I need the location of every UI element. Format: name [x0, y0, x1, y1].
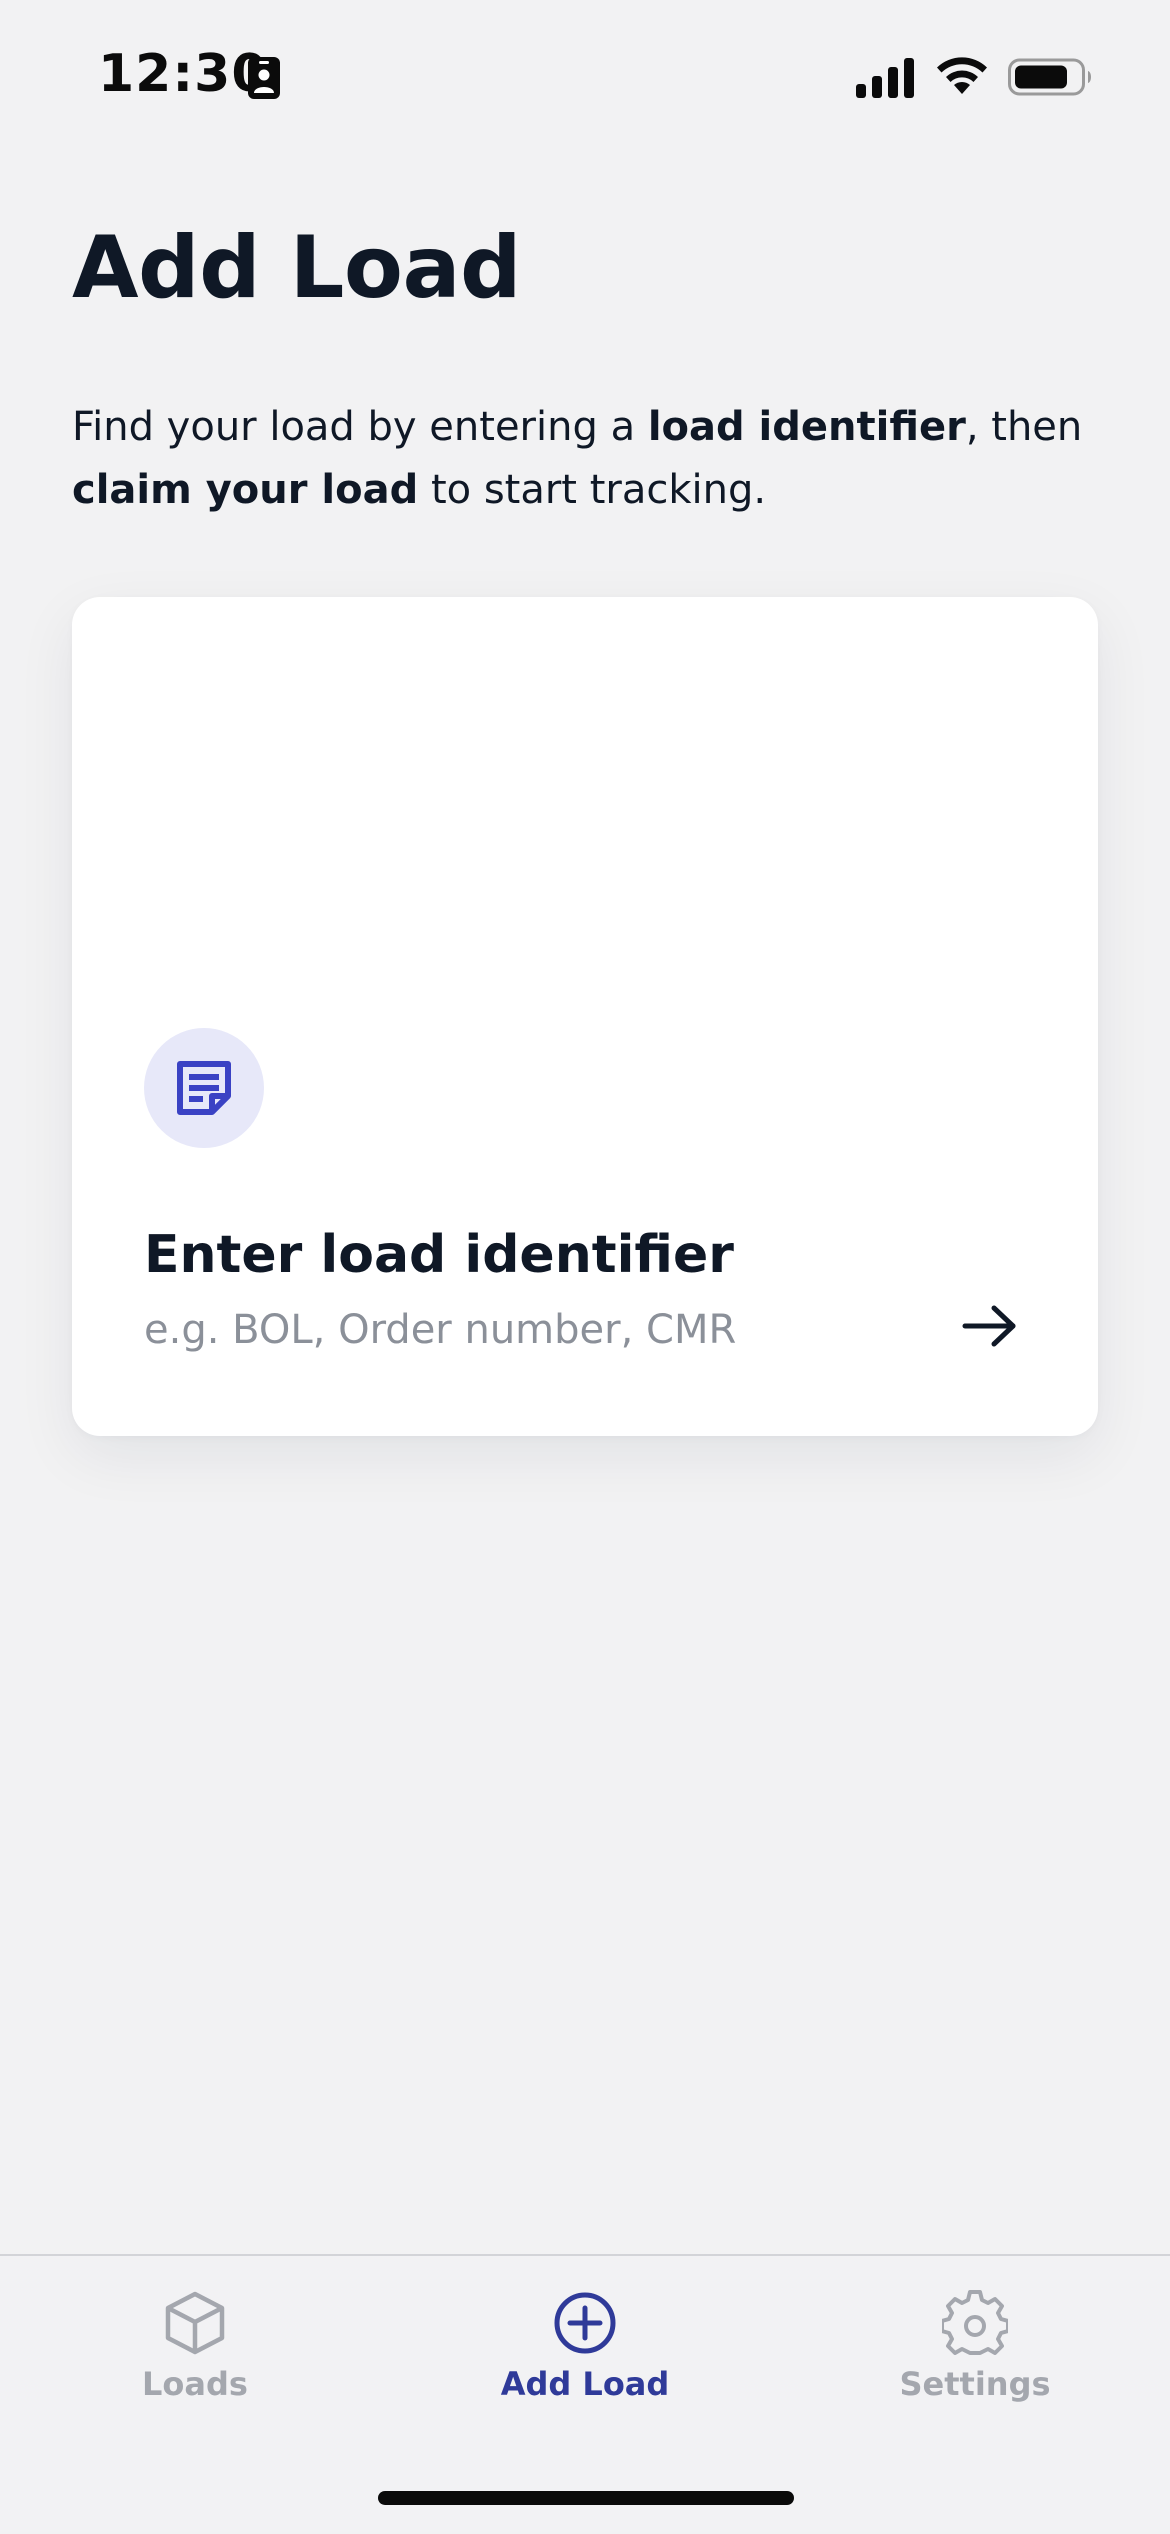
home-indicator[interactable] — [378, 2491, 794, 2505]
cube-icon — [165, 2291, 225, 2355]
plus-circle-icon — [554, 2292, 616, 2354]
status-bar: 12:30 — [0, 0, 1170, 150]
description-emphasis-claim-load: claim your load — [72, 467, 419, 513]
card-subtitle: e.g. BOL, Order number, CMR — [144, 1307, 737, 1353]
card-title: Enter load identifier — [144, 1225, 734, 1285]
tab-label: Settings — [899, 2365, 1051, 2403]
description-text: Find your load by entering a — [72, 404, 648, 450]
description-text: , then — [965, 404, 1083, 450]
status-time: 12:30 — [98, 44, 269, 104]
arrow-right-icon[interactable] — [962, 1303, 1018, 1349]
contact-card-icon — [248, 57, 280, 99]
note-document-icon — [177, 1061, 231, 1115]
page-title: Add Load — [72, 218, 522, 318]
tab-label: Loads — [142, 2365, 248, 2403]
tab-add-load[interactable]: Add Load — [390, 2256, 780, 2436]
tab-loads[interactable]: Loads — [0, 2256, 390, 2436]
tab-label: Add Load — [500, 2365, 670, 2403]
cellular-signal-icon — [856, 58, 914, 98]
battery-icon — [1008, 58, 1091, 96]
description-text: to start tracking. — [418, 467, 767, 513]
enter-load-identifier-card[interactable]: Enter load identifier e.g. BOL, Order nu… — [72, 597, 1098, 1436]
card-icon-badge — [144, 1028, 264, 1148]
page-description: Find your load by entering a load identi… — [72, 396, 1092, 522]
tab-settings[interactable]: Settings — [780, 2256, 1170, 2436]
description-emphasis-load-identifier: load identifier — [647, 404, 966, 450]
gear-icon — [942, 2290, 1008, 2355]
wifi-icon — [937, 57, 987, 94]
